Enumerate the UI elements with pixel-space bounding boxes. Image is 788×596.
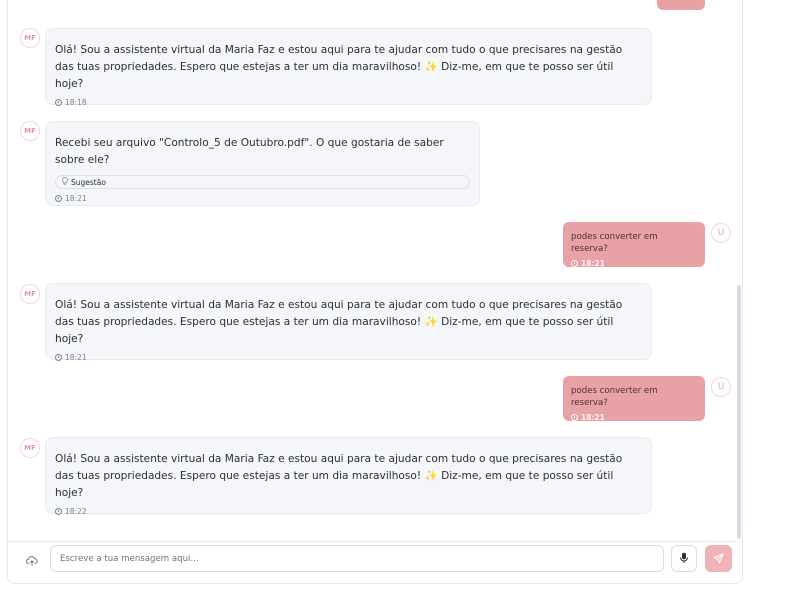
clock-icon bbox=[55, 99, 62, 106]
clock-icon bbox=[571, 414, 578, 421]
message-text: Recebi seu arquivo "Controlo_5 de Outubr… bbox=[55, 137, 444, 166]
scrollbar-thumb[interactable] bbox=[737, 285, 741, 539]
user-avatar: U bbox=[711, 377, 731, 397]
assistant-avatar: MF bbox=[20, 438, 40, 458]
clock-icon bbox=[55, 195, 62, 202]
microphone-icon bbox=[679, 549, 689, 568]
message-text: podes converter em reserva? bbox=[571, 386, 658, 408]
assistant-message: Olá! Sou a assistente virtual da Maria F… bbox=[45, 28, 652, 107]
send-icon bbox=[713, 549, 724, 568]
message-timestamp: 18:21 bbox=[571, 413, 697, 422]
assistant-avatar: MF bbox=[20, 28, 40, 48]
assistant-avatar: MF bbox=[20, 284, 40, 304]
assistant-message: Recebi seu arquivo "Controlo_5 de Outubr… bbox=[45, 121, 480, 206]
message-timestamp: 18:21 bbox=[55, 194, 470, 203]
lightbulb-icon bbox=[62, 177, 68, 187]
timestamp-text: 18:21 bbox=[65, 194, 87, 203]
microphone-button[interactable] bbox=[671, 545, 697, 572]
timestamp-text: 18:21 bbox=[581, 413, 605, 422]
message-composer bbox=[8, 541, 742, 583]
timestamp-text: 18:18 bbox=[65, 98, 87, 107]
clock-icon bbox=[55, 508, 62, 515]
message-text: Olá! Sou a assistente virtual da Maria F… bbox=[55, 299, 623, 345]
user-avatar: U bbox=[711, 223, 731, 243]
suggestion-label: Sugestão bbox=[71, 177, 106, 187]
timestamp-text: 18:21 bbox=[65, 353, 87, 362]
timestamp-text: 18:22 bbox=[65, 507, 87, 516]
upload-cloud-icon[interactable] bbox=[24, 553, 40, 569]
message-text: Olá! Sou a assistente virtual da Maria F… bbox=[55, 453, 623, 499]
message-input[interactable] bbox=[50, 545, 664, 572]
timestamp-text: 18:21 bbox=[581, 259, 605, 268]
send-button[interactable] bbox=[705, 545, 732, 572]
assistant-avatar: MF bbox=[20, 121, 40, 141]
message-list[interactable]: MF Olá! Sou a assistente virtual da Mari… bbox=[8, 0, 742, 541]
user-message: podes converter em reserva? 18:21 bbox=[563, 376, 705, 422]
message-timestamp: 18:18 bbox=[55, 98, 642, 107]
message-timestamp: 18:22 bbox=[55, 507, 642, 516]
suggestion-chip[interactable]: Sugestão bbox=[55, 175, 470, 189]
chat-panel: MF Olá! Sou a assistente virtual da Mari… bbox=[7, 0, 743, 584]
assistant-message: Olá! Sou a assistente virtual da Maria F… bbox=[45, 283, 652, 362]
assistant-message: Olá! Sou a assistente virtual da Maria F… bbox=[45, 437, 652, 516]
message-text: podes converter em reserva? bbox=[571, 232, 658, 254]
clock-icon bbox=[571, 260, 578, 267]
user-message: podes converter em reserva? 18:21 bbox=[563, 222, 705, 268]
message-timestamp: 18:21 bbox=[55, 353, 642, 362]
user-message-bubble-partial bbox=[657, 0, 705, 10]
message-text: Olá! Sou a assistente virtual da Maria F… bbox=[55, 44, 623, 90]
message-timestamp: 18:21 bbox=[571, 259, 697, 268]
clock-icon bbox=[55, 354, 62, 361]
